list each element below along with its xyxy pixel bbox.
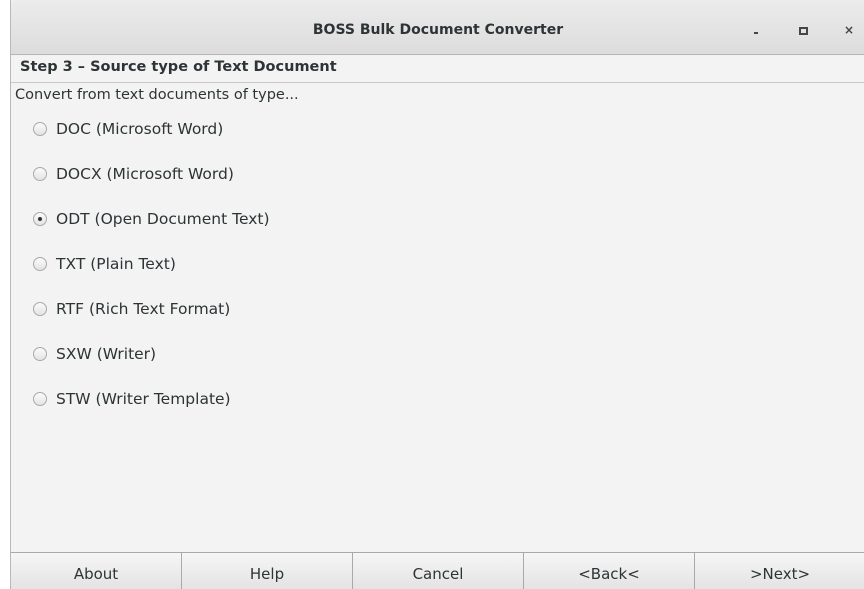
radio-dot-icon: [38, 217, 42, 221]
radio-option-txt[interactable]: TXT (Plain Text): [33, 251, 270, 296]
radio-button[interactable]: [33, 347, 47, 361]
instruction-text: Convert from text documents of type...: [15, 87, 299, 103]
radio-option-docx[interactable]: DOCX (Microsoft Word): [33, 161, 270, 206]
help-button[interactable]: Help: [182, 553, 353, 589]
radio-label[interactable]: DOC (Microsoft Word): [56, 116, 223, 142]
cancel-button[interactable]: Cancel: [353, 553, 524, 589]
radio-option-rtf[interactable]: RTF (Rich Text Format): [33, 296, 270, 341]
radio-button[interactable]: [33, 302, 47, 316]
radio-label[interactable]: RTF (Rich Text Format): [56, 296, 230, 322]
radio-button[interactable]: [33, 122, 47, 136]
wizard-content: Step 3 – Source type of Text Document Co…: [11, 56, 864, 552]
maximize-button[interactable]: [793, 20, 813, 40]
button-bar: About Help Cancel <Back< >Next>: [11, 552, 864, 589]
radio-option-doc[interactable]: DOC (Microsoft Word): [33, 116, 270, 161]
radio-option-stw[interactable]: STW (Writer Template): [33, 386, 270, 431]
source-type-radio-group: DOC (Microsoft Word) DOCX (Microsoft Wor…: [33, 116, 270, 431]
maximize-icon: [799, 27, 808, 35]
radio-option-odt[interactable]: ODT (Open Document Text): [33, 206, 270, 251]
radio-button[interactable]: [33, 167, 47, 181]
minimize-button[interactable]: [746, 20, 766, 40]
title-bar[interactable]: BOSS Bulk Document Converter ×: [11, 0, 864, 55]
minimize-icon: [754, 32, 758, 34]
back-button[interactable]: <Back<: [524, 553, 695, 589]
divider: [11, 82, 864, 83]
radio-label[interactable]: DOCX (Microsoft Word): [56, 161, 234, 187]
about-button[interactable]: About: [11, 553, 182, 589]
close-button[interactable]: ×: [839, 20, 859, 40]
radio-label[interactable]: SXW (Writer): [56, 341, 156, 367]
step-title: Step 3 – Source type of Text Document: [20, 59, 337, 75]
window-title: BOSS Bulk Document Converter: [312, 22, 564, 38]
next-button[interactable]: >Next>: [695, 553, 864, 589]
radio-label[interactable]: ODT (Open Document Text): [56, 206, 270, 232]
converter-window: BOSS Bulk Document Converter × Step 3 – …: [10, 0, 864, 589]
radio-label[interactable]: STW (Writer Template): [56, 386, 231, 412]
radio-button[interactable]: [33, 392, 47, 406]
close-icon: ×: [843, 23, 855, 37]
radio-button[interactable]: [33, 257, 47, 271]
radio-label[interactable]: TXT (Plain Text): [56, 251, 176, 277]
radio-option-sxw[interactable]: SXW (Writer): [33, 341, 270, 386]
radio-button-selected[interactable]: [33, 212, 47, 226]
